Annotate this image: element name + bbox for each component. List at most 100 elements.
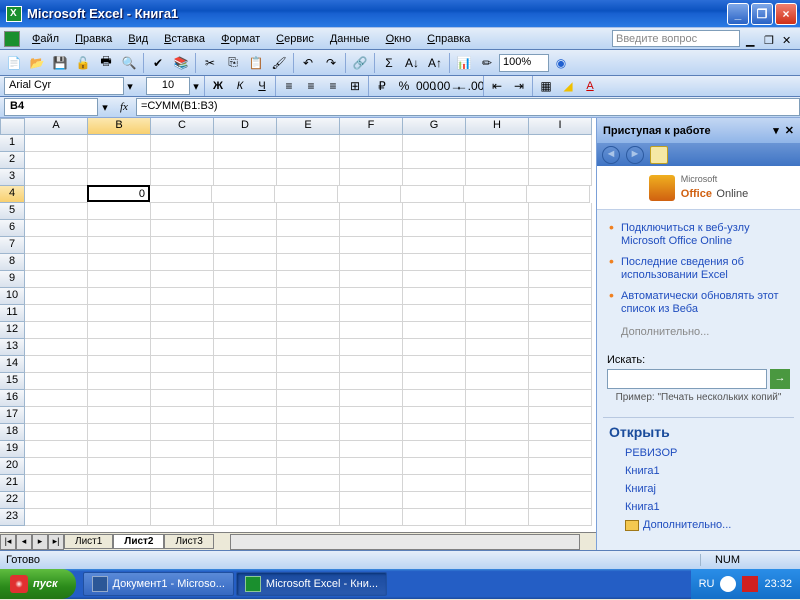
cell-D20[interactable] (214, 458, 277, 475)
small-restore[interactable]: ❐ (764, 34, 774, 44)
cell-B10[interactable] (88, 288, 151, 305)
cell-C6[interactable] (151, 220, 214, 237)
cell-H23[interactable] (466, 509, 529, 526)
cell-F7[interactable] (340, 237, 403, 254)
cell-H10[interactable] (466, 288, 529, 305)
cell-G18[interactable] (403, 424, 466, 441)
sheet-tab-Лист3[interactable]: Лист3 (164, 534, 213, 549)
cell-E4[interactable] (275, 186, 338, 203)
link-icon[interactable]: 🔗 (349, 52, 371, 74)
fx-icon[interactable]: fx (120, 101, 128, 113)
cell-D11[interactable] (214, 305, 277, 322)
cell-G20[interactable] (403, 458, 466, 475)
system-tray[interactable]: RU 23:32 (691, 569, 800, 599)
pane-back-icon[interactable]: ◄ (602, 146, 620, 164)
cell-G21[interactable] (403, 475, 466, 492)
cell-F8[interactable] (340, 254, 403, 271)
cell-I9[interactable] (529, 271, 592, 288)
cell-I14[interactable] (529, 356, 592, 373)
cell-I4[interactable] (527, 186, 590, 203)
cell-D2[interactable] (214, 152, 277, 169)
cell-F18[interactable] (340, 424, 403, 441)
cell-D17[interactable] (214, 407, 277, 424)
cell-H4[interactable] (464, 186, 527, 203)
cell-C2[interactable] (151, 152, 214, 169)
cell-I21[interactable] (529, 475, 592, 492)
cell-F3[interactable] (340, 169, 403, 186)
cell-E16[interactable] (277, 390, 340, 407)
cell-I8[interactable] (529, 254, 592, 271)
open-icon[interactable]: 📂 (26, 52, 48, 74)
row-header-4[interactable]: 4 (0, 186, 25, 203)
cell-B14[interactable] (88, 356, 151, 373)
menu-Справка[interactable]: Справка (419, 30, 478, 48)
cell-I15[interactable] (529, 373, 592, 390)
cell-H8[interactable] (466, 254, 529, 271)
cell-F10[interactable] (340, 288, 403, 305)
help-icon[interactable]: ◉ (550, 52, 572, 74)
cell-I2[interactable] (529, 152, 592, 169)
row-header-1[interactable]: 1 (0, 135, 25, 152)
select-all-corner[interactable] (0, 118, 25, 135)
cell-F17[interactable] (340, 407, 403, 424)
align-center-icon[interactable]: ≡ (300, 75, 322, 97)
row-header-6[interactable]: 6 (0, 220, 25, 237)
row-header-20[interactable]: 20 (0, 458, 25, 475)
cell-F4[interactable] (338, 186, 401, 203)
cell-C8[interactable] (151, 254, 214, 271)
autosum-icon[interactable]: Σ (378, 52, 400, 74)
cell-E15[interactable] (277, 373, 340, 390)
cell-B22[interactable] (88, 492, 151, 509)
cell-C18[interactable] (151, 424, 214, 441)
cell-C17[interactable] (151, 407, 214, 424)
row-header-15[interactable]: 15 (0, 373, 25, 390)
cell-E17[interactable] (277, 407, 340, 424)
cell-I13[interactable] (529, 339, 592, 356)
cut-icon[interactable]: ✂ (199, 52, 221, 74)
menu-Вставка[interactable]: Вставка (156, 30, 213, 48)
cell-H18[interactable] (466, 424, 529, 441)
taskpane-search-input[interactable] (607, 369, 767, 389)
cell-B20[interactable] (88, 458, 151, 475)
cell-C16[interactable] (151, 390, 214, 407)
cell-A20[interactable] (25, 458, 88, 475)
cell-E8[interactable] (277, 254, 340, 271)
cell-C9[interactable] (151, 271, 214, 288)
cell-B15[interactable] (88, 373, 151, 390)
cell-C1[interactable] (151, 135, 214, 152)
cell-E5[interactable] (277, 203, 340, 220)
col-header-F[interactable]: F (340, 118, 403, 135)
cell-G17[interactable] (403, 407, 466, 424)
cell-A13[interactable] (25, 339, 88, 356)
cell-D8[interactable] (214, 254, 277, 271)
menu-Формат[interactable]: Формат (213, 30, 268, 48)
cell-B8[interactable] (88, 254, 151, 271)
tab-last-icon[interactable]: ▸| (48, 534, 64, 550)
cell-F20[interactable] (340, 458, 403, 475)
dec-indent-icon[interactable]: ⇥ (508, 75, 530, 97)
language-indicator[interactable]: RU (699, 578, 715, 590)
clock[interactable]: 23:32 (764, 578, 792, 590)
menu-Правка[interactable]: Правка (67, 30, 120, 48)
cell-E7[interactable] (277, 237, 340, 254)
sort-desc-icon[interactable]: A↑ (424, 52, 446, 74)
taskpane-dropdown-icon[interactable]: ▾ (773, 124, 779, 137)
cell-G6[interactable] (403, 220, 466, 237)
cell-H7[interactable] (466, 237, 529, 254)
cell-C10[interactable] (151, 288, 214, 305)
pane-more-link[interactable]: Дополнительно... (607, 320, 790, 340)
cell-D13[interactable] (214, 339, 277, 356)
row-header-22[interactable]: 22 (0, 492, 25, 509)
menu-Данные[interactable]: Данные (322, 30, 378, 48)
cell-A15[interactable] (25, 373, 88, 390)
row-header-19[interactable]: 19 (0, 441, 25, 458)
sheet-tab-Лист2[interactable]: Лист2 (113, 534, 164, 549)
name-box[interactable]: B4 (4, 98, 98, 116)
cell-A16[interactable] (25, 390, 88, 407)
cell-G12[interactable] (403, 322, 466, 339)
menu-Окно[interactable]: Окно (378, 30, 420, 48)
cell-C4[interactable] (149, 186, 212, 203)
cell-C5[interactable] (151, 203, 214, 220)
cell-A23[interactable] (25, 509, 88, 526)
row-header-17[interactable]: 17 (0, 407, 25, 424)
